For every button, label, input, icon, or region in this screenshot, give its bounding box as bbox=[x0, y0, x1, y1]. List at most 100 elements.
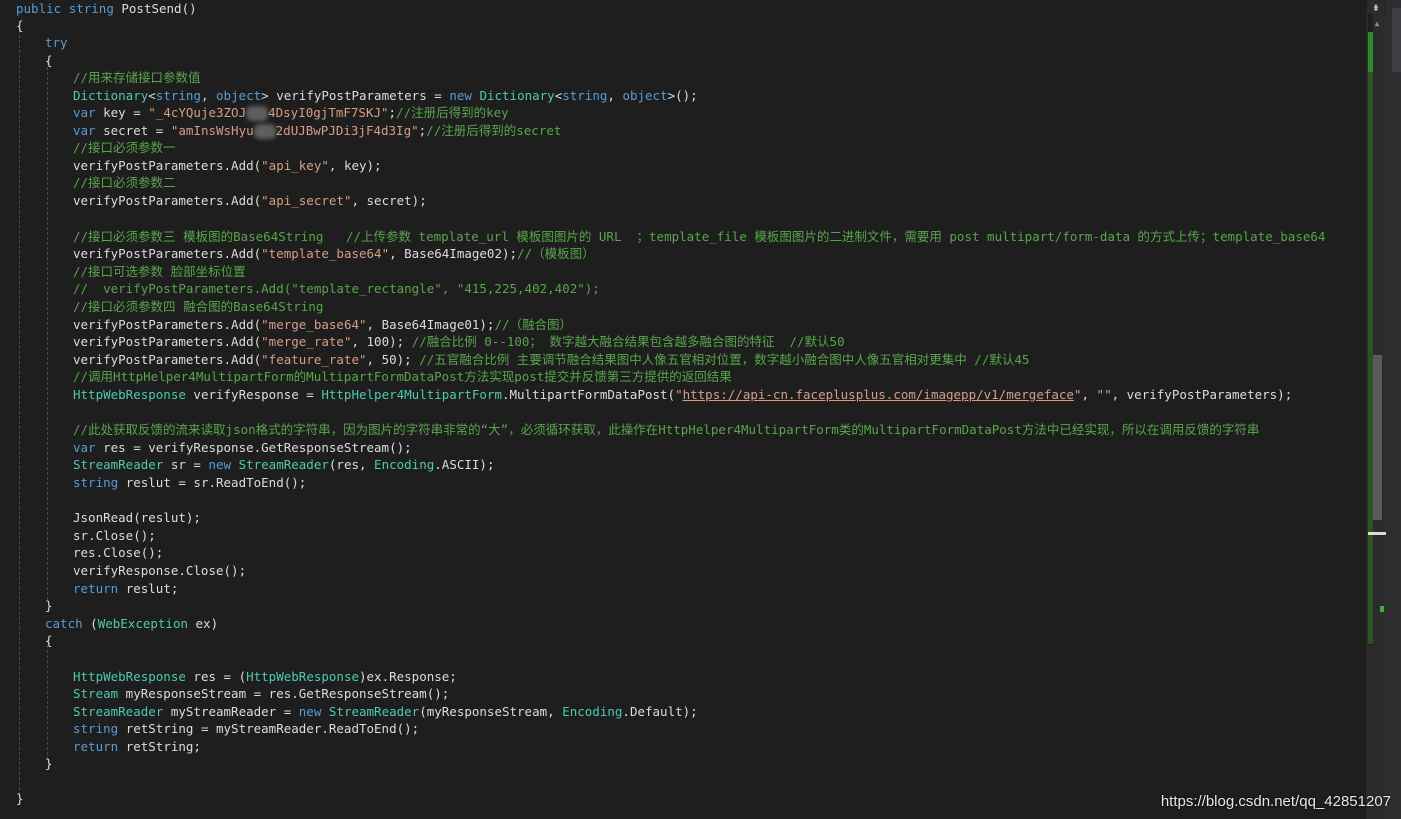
code-line[interactable]: //接口可选参数 脸部坐标位置 bbox=[73, 263, 246, 281]
code-line[interactable]: //此处获取反馈的流来读取json格式的字符串，因为图片的字符串非常的“大”，必… bbox=[73, 421, 1259, 439]
code-token: reslut = sr.ReadToEnd(); bbox=[125, 475, 307, 490]
code-token: > verifyPostParameters = bbox=[261, 88, 450, 103]
code-line[interactable]: JsonRead(reslut); bbox=[73, 509, 201, 527]
code-token: HttpWebResponse bbox=[73, 669, 186, 684]
code-line[interactable]: //接口必须参数一 bbox=[73, 139, 176, 157]
code-line[interactable]: Stream myResponseStream = res.GetRespons… bbox=[73, 685, 449, 703]
code-token: string bbox=[562, 88, 608, 103]
code-line[interactable]: //接口必须参数三 模板图的Base64String //上传参数 templa… bbox=[73, 228, 1325, 246]
code-token: res = ( bbox=[185, 669, 247, 684]
code-line[interactable]: return reslut; bbox=[73, 580, 178, 598]
code-line[interactable]: verifyPostParameters.Add("api_secret", s… bbox=[73, 192, 427, 210]
code-token: //注册后得到的key bbox=[396, 105, 509, 120]
code-line[interactable]: } bbox=[45, 597, 53, 615]
code-token: string bbox=[155, 88, 201, 103]
watermark: https://blog.csdn.net/qq_42851207 bbox=[1160, 793, 1391, 810]
code-token: retString = myStreamReader.ReadToEnd(); bbox=[125, 721, 420, 736]
code-token: "api_key" bbox=[261, 158, 329, 173]
code-token: JsonRead(reslut); bbox=[73, 510, 201, 525]
code-line[interactable]: verifyPostParameters.Add("merge_base64",… bbox=[73, 316, 572, 334]
panel-tab[interactable] bbox=[1392, 8, 1401, 72]
code-token: //此处获取反馈的流来读取json格式的字符串，因为图片的字符串非常的“大”，必… bbox=[73, 422, 1260, 437]
code-line[interactable]: StreamReader sr = new StreamReader(res, … bbox=[73, 456, 494, 474]
code-line[interactable]: res.Close(); bbox=[73, 544, 163, 562]
code-line[interactable]: HttpWebResponse verifyResponse = HttpHel… bbox=[73, 386, 1292, 404]
code-line[interactable]: Dictionary<string, object> verifyPostPar… bbox=[73, 87, 698, 105]
code-token: , verifyPostParameters); bbox=[1111, 387, 1293, 402]
code-token: , bbox=[200, 88, 217, 103]
code-token: HttpWebResponse bbox=[73, 387, 186, 402]
code-token: verifyResponse = bbox=[185, 387, 322, 402]
code-token: new bbox=[298, 704, 329, 719]
code-token: reslut; bbox=[125, 581, 179, 596]
code-token: verifyPostParameters.Add( bbox=[73, 334, 262, 349]
code-token: )ex.Response; bbox=[359, 669, 457, 684]
code-line[interactable]: string reslut = sr.ReadToEnd(); bbox=[73, 474, 306, 492]
code-token: , key); bbox=[328, 158, 382, 173]
code-line[interactable]: return retString; bbox=[73, 738, 201, 756]
code-token: " bbox=[675, 387, 683, 402]
code-line[interactable]: { bbox=[16, 17, 24, 35]
code-token: myResponseStream = res.GetResponseStream… bbox=[118, 686, 450, 701]
code-line[interactable]: verifyPostParameters.Add("feature_rate",… bbox=[73, 351, 1029, 369]
code-line[interactable]: //用来存储接口参数值 bbox=[73, 69, 201, 87]
redacted-blur bbox=[253, 124, 276, 139]
code-line[interactable]: verifyResponse.Close(); bbox=[73, 562, 246, 580]
split-view-icon[interactable]: ⇞ bbox=[1367, 0, 1385, 14]
code-line[interactable]: //接口必须参数四 融合图的Base64String bbox=[73, 298, 323, 316]
code-token: HttpWebResponse bbox=[246, 669, 359, 684]
code-line[interactable]: try bbox=[45, 34, 68, 52]
code-token: .MultipartFormDataPost( bbox=[501, 387, 676, 402]
code-token: , bbox=[607, 88, 623, 103]
code-token: "merge_base64" bbox=[261, 317, 367, 332]
scroll-up-arrow-icon[interactable]: ▲ bbox=[1370, 18, 1384, 30]
code-line[interactable]: //调用HttpHelper4MultipartForm的MultipartFo… bbox=[73, 368, 732, 386]
code-token: ; bbox=[388, 105, 397, 120]
code-token: new bbox=[449, 88, 480, 103]
scrollbar-thumb[interactable] bbox=[1373, 355, 1382, 520]
url-link[interactable]: https://api-cn.faceplusplus.com/imagepp/… bbox=[683, 387, 1074, 402]
code-token: verifyPostParameters.Add( bbox=[73, 246, 262, 261]
code-editor[interactable]: public string PostSend(){try{//用来存储接口参数值… bbox=[0, 0, 1366, 819]
indent-guide-catch bbox=[47, 640, 48, 760]
code-line[interactable]: { bbox=[45, 52, 53, 70]
code-line[interactable]: sr.Close(); bbox=[73, 527, 156, 545]
code-token: public bbox=[16, 1, 69, 16]
code-token: HttpHelper4MultipartForm bbox=[321, 387, 502, 402]
code-token: "feature_rate" bbox=[261, 352, 367, 367]
code-token: var bbox=[73, 105, 104, 120]
code-token: "" bbox=[1096, 387, 1112, 402]
code-line[interactable]: verifyPostParameters.Add("merge_rate", 1… bbox=[73, 333, 845, 351]
code-line[interactable]: verifyPostParameters.Add("template_base6… bbox=[73, 245, 595, 263]
code-token: , secret); bbox=[351, 193, 427, 208]
code-token: //融合比例 0--100； 数字越大融合结果包含越多融合图的特征 //默认50 bbox=[411, 334, 845, 349]
code-token: sr = bbox=[163, 457, 209, 472]
code-line[interactable]: var key = "_4cYQuje3ZOJ 4DsyI0gjTmF7SKJ";… bbox=[73, 104, 509, 122]
code-token: var bbox=[73, 440, 104, 455]
code-token: (myResponseStream, bbox=[419, 704, 563, 719]
code-line[interactable]: verifyPostParameters.Add("api_key", key)… bbox=[73, 157, 382, 175]
code-line[interactable]: StreamReader myStreamReader = new Stream… bbox=[73, 703, 698, 721]
code-line[interactable]: public string PostSend() bbox=[16, 0, 197, 18]
code-token: StreamReader bbox=[328, 704, 420, 719]
code-token: return bbox=[73, 581, 126, 596]
code-line[interactable]: catch (WebException ex) bbox=[45, 615, 218, 633]
code-token: string bbox=[68, 1, 122, 16]
caret-position-marker bbox=[1368, 532, 1386, 535]
code-line[interactable]: var secret = "amInsWsHyu 2dUJBwPJDi3jF4d3… bbox=[73, 122, 561, 140]
code-token: verifyPostParameters.Add( bbox=[73, 317, 262, 332]
code-token: 2dUJBwPJDi3jF4d3Ig" bbox=[275, 123, 419, 138]
code-line[interactable]: } bbox=[16, 790, 24, 808]
code-line[interactable]: HttpWebResponse res = (HttpWebResponse)e… bbox=[73, 668, 457, 686]
code-line[interactable]: var res = verifyResponse.GetResponseStre… bbox=[73, 439, 412, 457]
code-line[interactable]: } bbox=[45, 755, 53, 773]
code-line[interactable]: //接口必须参数二 bbox=[73, 174, 176, 192]
code-token: //（融合图） bbox=[494, 317, 573, 332]
code-token: < bbox=[148, 88, 156, 103]
code-token: //接口必须参数一 bbox=[73, 140, 176, 155]
code-token: //接口必须参数二 bbox=[73, 175, 176, 190]
code-line[interactable]: string retString = myStreamReader.ReadTo… bbox=[73, 720, 419, 738]
code-token: //调用HttpHelper4MultipartForm的MultipartFo… bbox=[73, 369, 732, 384]
code-line[interactable]: // verifyPostParameters.Add("template_re… bbox=[73, 280, 600, 298]
code-line[interactable]: { bbox=[45, 632, 53, 650]
